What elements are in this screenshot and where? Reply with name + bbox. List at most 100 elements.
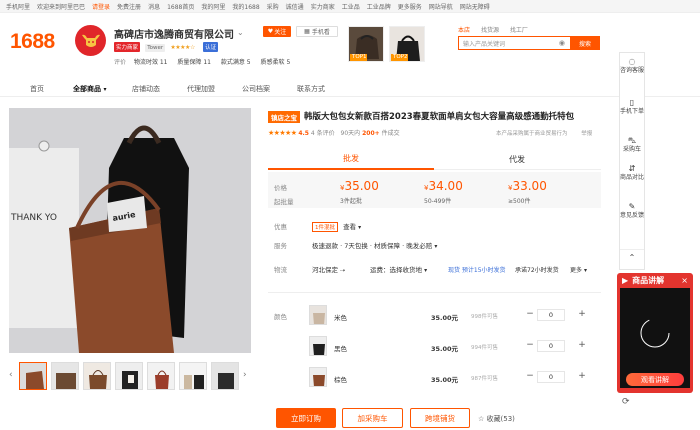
refresh-icon[interactable]: ⟳: [622, 397, 640, 411]
nav-company[interactable]: 公司档案: [242, 84, 270, 94]
topbar-link[interactable]: 手机阿里: [6, 2, 30, 11]
arrow-right-icon: ⇢: [340, 267, 346, 274]
qty-input[interactable]: 0: [537, 340, 565, 352]
add-to-cart-button[interactable]: 加采购车: [342, 408, 403, 428]
promo-product-2[interactable]: TOP2: [389, 26, 425, 62]
follow-button[interactable]: ♥ 关注: [263, 26, 291, 37]
sku-stock: 994件可售: [471, 345, 498, 351]
sku-image[interactable]: [309, 305, 327, 325]
sidebar-item-mobile[interactable]: ▯ 手机下单: [620, 99, 644, 116]
thumbnail[interactable]: [51, 362, 79, 390]
report-link[interactable]: 举报: [581, 131, 592, 137]
tab-this-shop[interactable]: 本店: [458, 27, 470, 34]
back-to-top-button[interactable]: ⌃: [620, 249, 644, 263]
service-label: 服务: [274, 242, 287, 250]
watch-explainer-button[interactable]: 观看讲解: [626, 373, 684, 386]
sidebar-item-feedback[interactable]: ✎ 意见反馈: [620, 203, 644, 220]
sidebar-item-cart[interactable]: ⛍ 采购车: [620, 137, 644, 154]
camera-icon[interactable]: ◉: [559, 39, 565, 47]
thumbnail[interactable]: [83, 362, 111, 390]
topbar-link[interactable]: 工业品: [342, 2, 360, 11]
shipping-dest[interactable]: 运费：选择收货地 ▾: [370, 264, 427, 274]
divider: [268, 292, 601, 293]
topbar-link[interactable]: 我的1688: [232, 2, 259, 11]
topbar-link[interactable]: 1688首页: [167, 2, 194, 11]
sidebar-item-service[interactable]: ◌ 咨询客服: [620, 58, 644, 75]
thumbnail[interactable]: [147, 362, 175, 390]
topbar-link[interactable]: 请登录: [92, 2, 110, 11]
thumbnail[interactable]: [19, 362, 47, 390]
chevron-down-icon[interactable]: ⌄: [237, 28, 244, 37]
topbar-link[interactable]: 我的阿里: [201, 2, 225, 11]
promo-more-link[interactable]: 查看: [343, 223, 356, 231]
thumb-image: [180, 363, 206, 389]
shop-name[interactable]: 高碑店市逸腾商贸有限公司: [114, 26, 234, 41]
trade-note: 本产品采购属于商业贸易行为 举报: [496, 129, 592, 137]
favorite-button[interactable]: ☆ 收藏(53): [478, 414, 515, 424]
sidebar-label: 咨询客服: [620, 67, 645, 74]
nav-all-products[interactable]: 全部商品 ▾: [73, 84, 106, 94]
nav-agent[interactable]: 代理加盟: [187, 84, 215, 94]
thumbnail[interactable]: [179, 362, 207, 390]
phone-view-button[interactable]: ▦ 手机看: [296, 26, 338, 37]
qty-minus-button[interactable]: −: [524, 340, 536, 350]
topbar-link[interactable]: 采购: [267, 2, 279, 11]
shop-logo[interactable]: [75, 25, 106, 56]
nav-shop-news[interactable]: 店铺动态: [132, 84, 160, 94]
close-icon[interactable]: ×: [681, 276, 688, 285]
topbar-link[interactable]: 消息: [148, 2, 160, 11]
search-input[interactable]: 输入产品关键词 ◉: [458, 36, 571, 50]
qty-minus-button[interactable]: −: [524, 309, 536, 319]
chevron-down-icon[interactable]: ▾: [358, 224, 361, 231]
qty-minus-button[interactable]: −: [524, 371, 536, 381]
sku-image[interactable]: [309, 336, 327, 356]
order-now-button[interactable]: 立即订购: [276, 408, 336, 428]
sku-row: 米色 35.00元 998件可售 − 0 +: [268, 303, 601, 331]
thumb-image: [84, 363, 110, 389]
service-content[interactable]: 极速退款 · 7天包换 · 材质保障 · 晚发必赔 ▾: [312, 240, 437, 250]
search-button[interactable]: 搜索: [570, 36, 600, 50]
site-logo[interactable]: 1688: [10, 30, 55, 54]
qty-input[interactable]: 0: [537, 309, 565, 321]
qty-plus-button[interactable]: +: [576, 340, 588, 350]
sku-row: 黑色 35.00元 994件可售 − 0 +: [268, 334, 601, 362]
sku-price: 35.00元: [431, 376, 459, 384]
shipping-more[interactable]: 更多 ▾: [570, 265, 587, 274]
rating-count[interactable]: 4 条评价: [311, 130, 335, 137]
svg-text:THANK YO: THANK YO: [10, 213, 57, 223]
tab-find-factory[interactable]: 找工厂: [510, 27, 528, 34]
thumbnail[interactable]: [115, 362, 143, 390]
topbar-link[interactable]: 工业品牌: [367, 2, 391, 11]
chevron-down-icon: ▾: [103, 86, 107, 93]
thumbnail[interactable]: [211, 362, 239, 390]
promo-product-1[interactable]: TOP1: [348, 26, 384, 62]
dropship-button[interactable]: 跨境铺货: [410, 408, 470, 428]
qty-plus-button[interactable]: +: [576, 371, 588, 381]
main-product-image[interactable]: THANK YO aurie: [9, 108, 251, 353]
tab-find-goods[interactable]: 找货源: [481, 27, 499, 34]
topbar-link[interactable]: 更多服务: [398, 2, 422, 11]
tab-dropship[interactable]: 代发: [434, 148, 600, 170]
sku-image[interactable]: [309, 367, 327, 387]
topbar-link[interactable]: 网站导航: [429, 2, 453, 11]
chevron-right-icon[interactable]: ›: [243, 370, 247, 380]
sidebar-item-compare[interactable]: ⇵ 商品对比: [620, 165, 644, 182]
qty-input[interactable]: 0: [537, 371, 565, 383]
nav-contact[interactable]: 联系方式: [297, 84, 325, 94]
sidebar-label: 采购车: [622, 146, 641, 153]
tab-wholesale[interactable]: 批发: [268, 148, 434, 170]
shop-nav: 首页 全部商品 ▾ 店铺动态 代理加盟 公司档案 联系方式: [0, 79, 700, 97]
topbar-link[interactable]: 诚信通: [286, 2, 304, 11]
topbar-link[interactable]: 实力商家: [311, 2, 335, 11]
topbar-link[interactable]: 免费注册: [117, 2, 141, 11]
qty-plus-button[interactable]: +: [576, 309, 588, 319]
sku-thumb: [310, 368, 326, 386]
phone-label: 手机看: [311, 29, 330, 36]
price-tier-3: ¥33.00: [508, 179, 547, 193]
nav-home[interactable]: 首页: [30, 84, 44, 94]
chevron-left-icon[interactable]: ‹: [9, 370, 13, 380]
topbar-link[interactable]: 欢迎来到阿里巴巴: [37, 2, 85, 11]
live-explainer-panel[interactable]: ▶ 商品讲解 × 观看讲解: [617, 273, 693, 393]
product-title-text: 韩版大包包女新款百搭2023春夏软面单肩女包大容量高级感通勤托特包: [304, 112, 575, 122]
topbar-link[interactable]: 网站无障碍: [460, 2, 490, 11]
